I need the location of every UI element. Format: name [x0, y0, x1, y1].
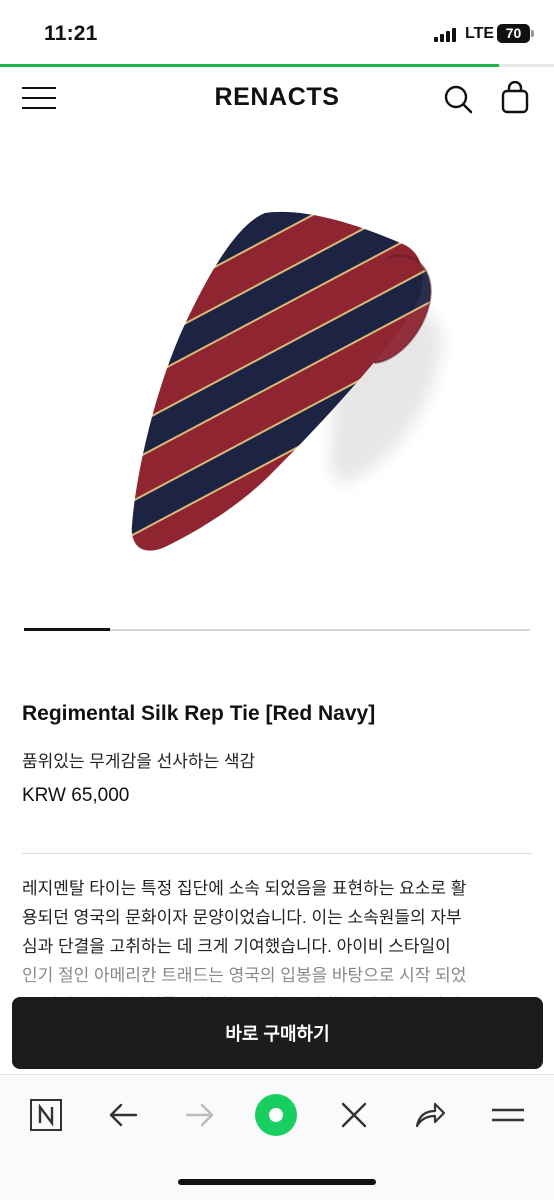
- status-bar: 11:21 LTE 70: [0, 0, 554, 64]
- green-dot-icon[interactable]: [254, 1093, 298, 1137]
- share-icon[interactable]: [408, 1093, 452, 1137]
- naver-n-icon[interactable]: [24, 1093, 68, 1137]
- forward-arrow-icon[interactable]: [178, 1093, 222, 1137]
- network-label: LTE: [465, 25, 495, 42]
- product-subtitle: 품위있는 무게감을 선사하는 색감: [22, 752, 256, 771]
- product-name: Regimental Silk Rep Tie [Red Navy]: [22, 702, 376, 725]
- signal-strength-icon: [434, 28, 458, 42]
- buy-now-button[interactable]: 바로 구매하기: [12, 997, 543, 1069]
- description-line: 레지멘탈 타이는 특정 집단에 소속 되었음을 표현하는 요소로 활: [22, 879, 467, 898]
- description-line: 용되던 영국의 문화이자 문양이었습니다. 이는 소속원들의 자부: [22, 908, 462, 927]
- shopping-bag-icon[interactable]: [499, 80, 531, 115]
- menu-icon[interactable]: [486, 1093, 530, 1137]
- battery-icon: 70: [497, 24, 530, 43]
- status-time: 11:21: [44, 22, 98, 45]
- product-image[interactable]: [90, 185, 470, 575]
- gallery-scroll-indicator: [24, 628, 530, 631]
- gallery-scroll-thumb: [24, 628, 111, 631]
- description-line: 심과 단결을 고취하는 데 크게 기여했습니다. 아이비 스타일이: [22, 937, 451, 956]
- product-price: KRW 65,000: [22, 785, 130, 806]
- back-arrow-icon[interactable]: [101, 1093, 145, 1137]
- search-icon[interactable]: [442, 83, 474, 115]
- close-icon[interactable]: [332, 1093, 376, 1137]
- battery-nub: [531, 30, 534, 37]
- home-indicator: [178, 1179, 376, 1185]
- divider: [22, 853, 532, 854]
- striped-tie-illustration: [131, 211, 442, 551]
- description-line: 인기 절인 아메리칸 트래드는 영국의 입봉을 바탕으로 시작 되었: [22, 966, 467, 985]
- site-header: RENACTS: [0, 67, 554, 129]
